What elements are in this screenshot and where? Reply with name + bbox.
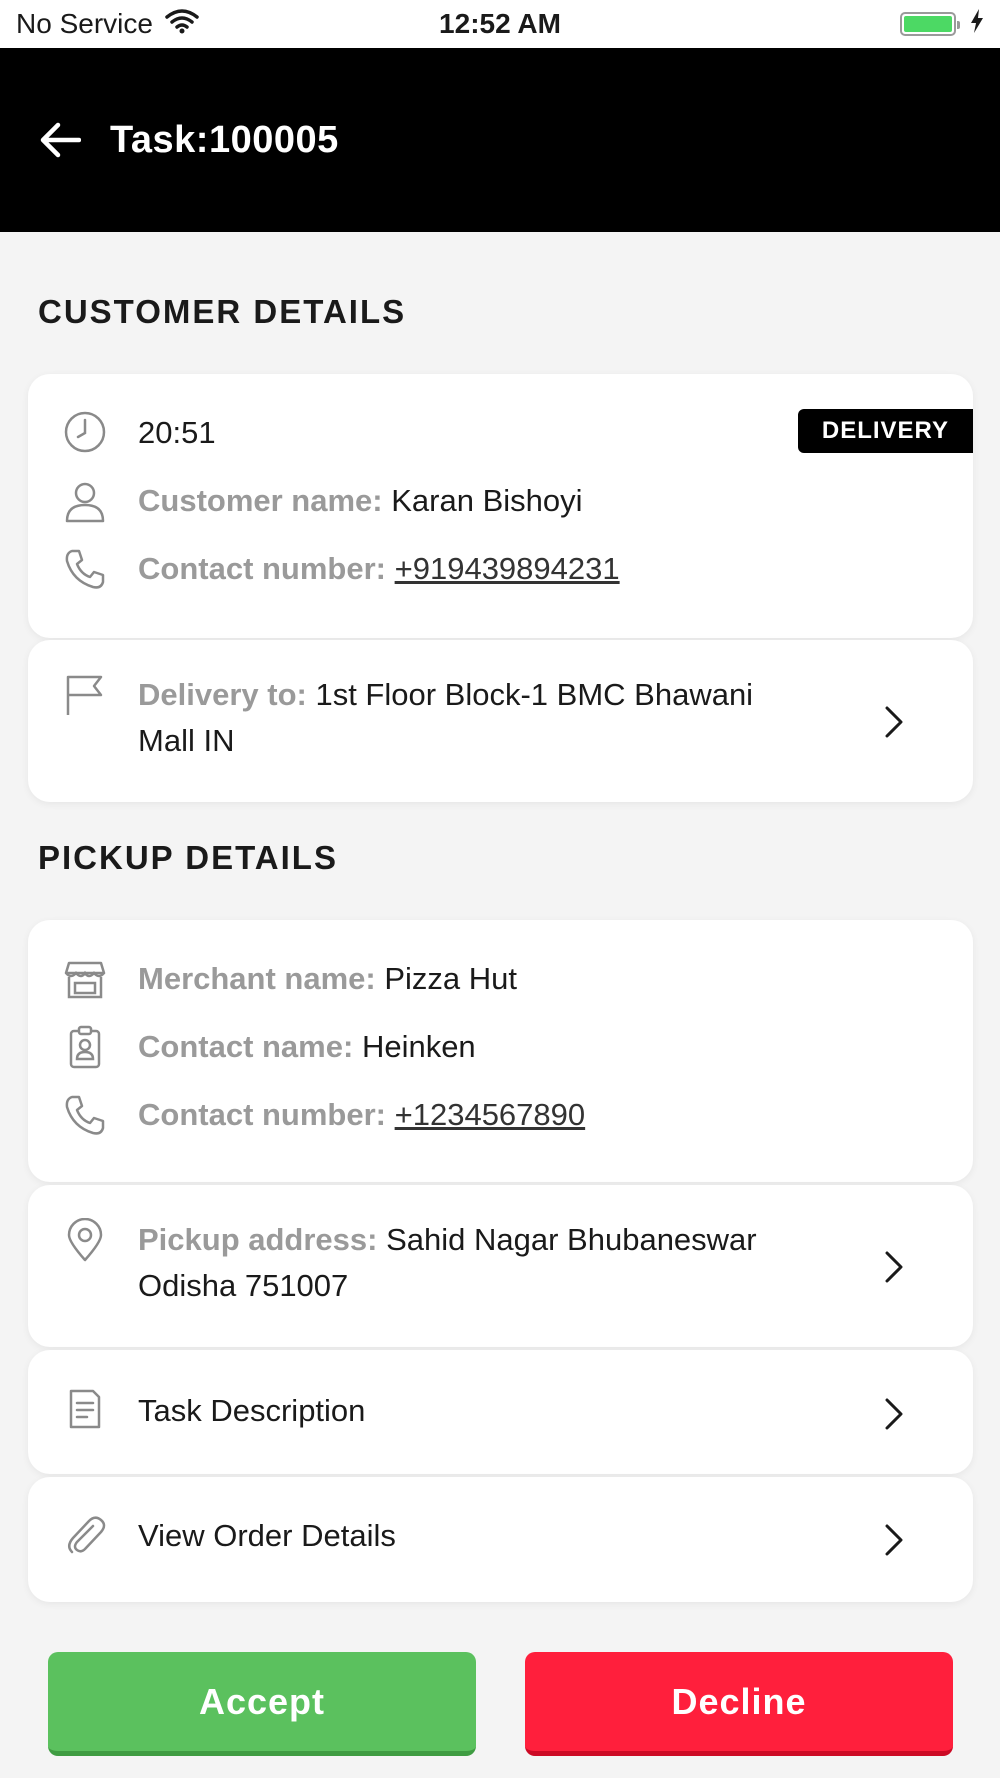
status-bar: No Service 12:52 AM (0, 0, 1000, 48)
view-order-details-label: View Order Details (138, 1518, 396, 1553)
delivery-address-line2: Mall IN (138, 723, 235, 758)
contact-badge-icon (62, 1024, 108, 1070)
chevron-right-icon[interactable] (881, 1247, 907, 1287)
wifi-icon (165, 8, 199, 41)
chevron-right-icon[interactable] (881, 1520, 907, 1560)
carrier-text: No Service (16, 8, 153, 39)
contact-name-label: Contact name: (138, 1029, 354, 1064)
back-arrow-icon (40, 122, 81, 158)
pickup-contact-label: Contact number: (138, 1097, 386, 1132)
delivery-address-card[interactable]: Delivery to: 1st Floor Block-1 BMC Bhawa… (28, 640, 973, 802)
accept-button[interactable]: Accept (48, 1652, 476, 1756)
pickup-address-line2: Odisha 751007 (138, 1268, 349, 1303)
pickup-address-card[interactable]: Pickup address: Sahid Nagar Bhubaneswar … (28, 1185, 973, 1347)
merchant-name-row: Merchant name: Pizza Hut (138, 956, 517, 1002)
merchant-name-label: Merchant name: (138, 961, 376, 996)
pickup-phone-link[interactable]: +1234567890 (395, 1097, 586, 1132)
customer-contact-label: Contact number: (138, 551, 386, 586)
back-button[interactable] (36, 116, 84, 164)
contact-name-row: Contact name: Heinken (138, 1024, 476, 1070)
customer-name-value: Karan Bishoyi (391, 483, 583, 518)
customer-contact-row: Contact number: +919439894231 (138, 546, 620, 592)
paperclip-icon (62, 1513, 108, 1559)
task-description-label: Task Description (138, 1393, 366, 1428)
merchant-name-value: Pizza Hut (384, 961, 518, 996)
pickup-contact-row: Contact number: +1234567890 (138, 1092, 585, 1138)
chevron-right-icon[interactable] (881, 702, 907, 742)
delivery-badge: DELIVERY (797, 409, 973, 453)
task-time: 20:51 (138, 415, 216, 450)
phone-icon (62, 1092, 108, 1138)
chevron-right-icon[interactable] (881, 1394, 907, 1434)
customer-details-title: CUSTOMER DETAILS (38, 293, 407, 330)
action-bar: Accept Decline (0, 1632, 1000, 1778)
delivery-address-text: Delivery to: 1st Floor Block-1 BMC Bhawa… (138, 672, 858, 764)
contact-name-value: Heinken (361, 1029, 476, 1064)
status-left: No Service (16, 8, 199, 41)
location-pin-icon (62, 1217, 108, 1263)
page-title: Task:100005 (110, 118, 339, 161)
battery-icon (900, 12, 960, 36)
delivery-label: Delivery to: (138, 677, 307, 712)
customer-name-label: Customer name: (138, 483, 383, 518)
customer-phone-link[interactable]: +919439894231 (395, 551, 620, 586)
user-icon (62, 478, 108, 524)
clock-icon (62, 409, 108, 455)
pickup-label: Pickup address: (138, 1222, 378, 1257)
decline-button[interactable]: Decline (525, 1652, 953, 1756)
pickup-info-card: Merchant name: Pizza Hut Contact name: H… (28, 920, 973, 1182)
pickup-address-text: Pickup address: Sahid Nagar Bhubaneswar … (138, 1217, 858, 1309)
flag-icon (62, 672, 108, 718)
document-icon (62, 1386, 108, 1432)
store-icon (62, 956, 108, 1002)
phone-icon (62, 546, 108, 592)
pickup-details-title: PICKUP DETAILS (38, 839, 338, 876)
pickup-address-line1: Sahid Nagar Bhubaneswar (386, 1222, 757, 1257)
customer-name-row: Customer name: Karan Bishoyi (138, 478, 583, 524)
customer-info-card: DELIVERY 20:51 Customer name: Karan Bish… (28, 374, 973, 638)
view-order-details-row[interactable]: View Order Details (28, 1477, 973, 1602)
app-bar: Task:100005 (0, 48, 1000, 232)
delivery-address-line1: 1st Floor Block-1 BMC Bhawani (315, 677, 754, 712)
task-description-row[interactable]: Task Description (28, 1350, 973, 1474)
charging-bolt-icon (970, 8, 984, 40)
status-right (900, 8, 984, 40)
